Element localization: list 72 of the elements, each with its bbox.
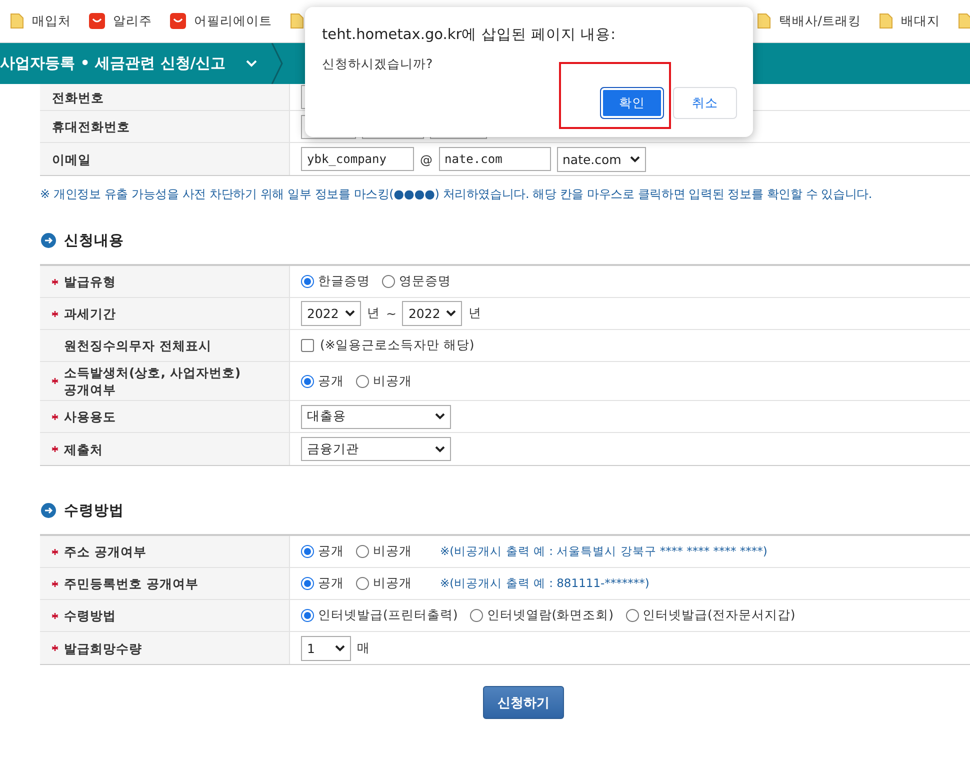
- field-label: 원천징수의무자 전체표시: [64, 337, 212, 354]
- field-label: 수령방법: [64, 607, 116, 624]
- unit-label: 년: [367, 305, 380, 322]
- radio-option[interactable]: 비공개: [356, 372, 412, 390]
- email-domain-field[interactable]: nate.com: [438, 147, 550, 171]
- chevron-down-icon: [446, 310, 456, 317]
- checkbox-label: (※일용근로소득자만 해당): [320, 337, 474, 354]
- at-sign: @: [420, 152, 432, 166]
- field-label: 전화번호: [52, 88, 104, 106]
- folder-icon: [958, 13, 970, 29]
- chevron-down-icon: [335, 644, 345, 652]
- unit-label: 매: [357, 640, 370, 656]
- chevron-down-icon[interactable]: [246, 60, 257, 67]
- folder-icon: [10, 13, 24, 29]
- year-select[interactable]: 2022: [402, 301, 462, 326]
- unit-label: 년: [468, 305, 482, 322]
- bookmark[interactable]: 택배사/트래킹: [756, 12, 861, 30]
- example-note: ※(비공개시 출력 예 : 서울특별시 강북구 **** **** **** ****): [440, 544, 768, 559]
- shopping-bag-icon: [170, 13, 186, 29]
- email-user-field[interactable]: ybk_company: [301, 147, 414, 171]
- radio-option[interactable]: 인터넷열람(화면조회): [470, 607, 614, 624]
- section-title: 수령방법: [64, 502, 124, 520]
- field-label: 소득발생처(상호, 사업자번호) 공개여부: [64, 364, 242, 398]
- arrow-circle-icon: [41, 503, 56, 518]
- arrow-circle-icon: [41, 233, 56, 248]
- field-label: 사용용도: [64, 408, 116, 425]
- bookmark[interactable]: [958, 13, 970, 29]
- dropdown-select[interactable]: 금융기관: [301, 437, 451, 461]
- field-label: 휴대전화번호: [52, 118, 130, 135]
- radio-option[interactable]: 비공개: [356, 575, 412, 592]
- range-separator: ~: [386, 306, 396, 321]
- radio-option[interactable]: 영문증명: [382, 273, 451, 290]
- radio-option[interactable]: 인터넷발급(프린터출력): [301, 607, 458, 624]
- nav-title: 사업자등록 • 세금관련 신청/신고: [0, 54, 226, 73]
- quantity-select[interactable]: 1: [301, 636, 351, 660]
- chevron-down-icon: [435, 446, 445, 452]
- dialog-title: teht.hometax.go.kr에 삽입된 페이지 내용:: [322, 26, 616, 44]
- field-label: 과세기간: [64, 305, 116, 322]
- folder-icon: [756, 13, 771, 29]
- field-label: 발급유형: [64, 273, 116, 290]
- radio-option[interactable]: 공개: [301, 372, 344, 390]
- example-note: ※(비공개시 출력 예 : 881111-*******): [440, 576, 650, 591]
- bookmark[interactable]: 매입처: [10, 12, 71, 30]
- radio-option[interactable]: 공개: [301, 543, 344, 560]
- field-label: 이메일: [52, 150, 91, 168]
- chevron-down-icon: [345, 310, 355, 317]
- section-title: 신청내용: [64, 232, 124, 250]
- year-select[interactable]: 2022: [301, 301, 361, 326]
- radio-option[interactable]: 공개: [301, 575, 344, 592]
- radio-option[interactable]: 비공개: [356, 543, 412, 560]
- field-label: 제출처: [64, 440, 103, 458]
- dropdown-select[interactable]: 대출용: [301, 404, 451, 428]
- privacy-notice: ※ 개인정보 유출 가능성을 사전 차단하기 위해 일부 정보를 마스킹(●●●●) 처리하였습니다. 해당 칸을 마우스로 클릭하면 입력된 정보를 확인할 수 있습니다.: [40, 186, 874, 203]
- shopping-bag-icon: [89, 13, 105, 29]
- bookmark[interactable]: 알리주: [89, 12, 152, 30]
- chevron-down-icon: [630, 156, 640, 162]
- dialog-message: 신청하시겠습니까?: [322, 56, 434, 73]
- chevron-down-icon: [435, 413, 445, 420]
- checkbox[interactable]: [301, 339, 314, 352]
- confirm-button[interactable]: 확인: [600, 87, 664, 119]
- field-label: 주소 공개여부: [64, 543, 146, 560]
- field-label: 주민등록번호 공개여부: [64, 575, 198, 592]
- cancel-button[interactable]: 취소: [673, 87, 737, 119]
- folder-icon: [879, 13, 893, 29]
- bookmark[interactable]: 어필리에이트: [170, 12, 272, 30]
- submit-button[interactable]: 신청하기: [483, 686, 564, 719]
- breadcrumb-separator-icon: [270, 43, 283, 84]
- field-label: 발급희망수량: [64, 640, 142, 656]
- radio-option[interactable]: 인터넷발급(전자문서지갑): [626, 607, 796, 624]
- radio-option[interactable]: 한글증명: [301, 273, 370, 290]
- domain-select[interactable]: nate.com: [556, 146, 646, 172]
- bookmark[interactable]: 배대지: [879, 12, 940, 30]
